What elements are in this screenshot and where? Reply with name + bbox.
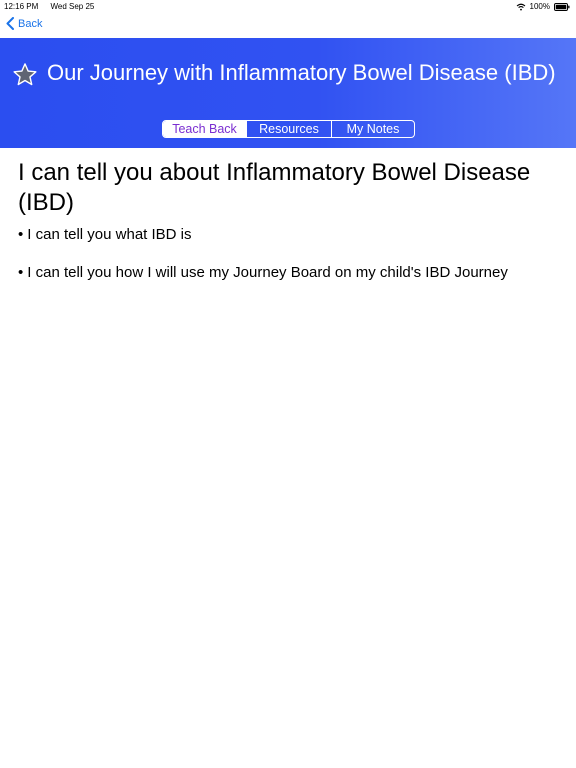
status-left: 12:16 PM Wed Sep 25 <box>4 2 104 11</box>
battery-percent: 100% <box>529 2 550 11</box>
list-item-text: I can tell you how I will use my Journey… <box>27 264 508 281</box>
battery-icon <box>554 2 570 11</box>
tab-teach-back[interactable]: Teach Back <box>163 121 246 137</box>
bullet-marker: • <box>18 264 24 281</box>
list-item-text: I can tell you what IBD is <box>27 226 192 243</box>
header-banner: Our Journey with Inflammatory Bowel Dise… <box>0 38 576 148</box>
tab-resources[interactable]: Resources <box>246 121 331 137</box>
tab-my-notes[interactable]: My Notes <box>331 121 414 137</box>
nav-bar: Back <box>0 14 576 38</box>
wifi-icon <box>516 3 526 11</box>
back-button[interactable]: Back <box>6 17 42 30</box>
list-item: • I can tell you how I will use my Journ… <box>18 264 564 282</box>
list-item: • I can tell you what IBD is <box>18 226 564 244</box>
content-heading: I can tell you about Inflammatory Bowel … <box>18 159 531 216</box>
segmented-control: Teach Back Resources My Notes <box>162 120 415 138</box>
star-icon <box>12 62 38 93</box>
status-bar: 12:16 PM Wed Sep 25 100% <box>0 0 576 14</box>
status-right: 100% <box>516 2 570 11</box>
status-date: Wed Sep 25 <box>50 2 95 11</box>
back-label: Back <box>18 17 43 30</box>
content-area: I can tell you about Inflammatory Bowel … <box>18 158 564 282</box>
chevron-left-icon <box>6 17 14 30</box>
page-title: Our Journey with Inflammatory Bowel Dise… <box>47 60 556 85</box>
bullet-marker: • <box>18 226 24 243</box>
status-time: 12:16 PM <box>4 2 39 11</box>
